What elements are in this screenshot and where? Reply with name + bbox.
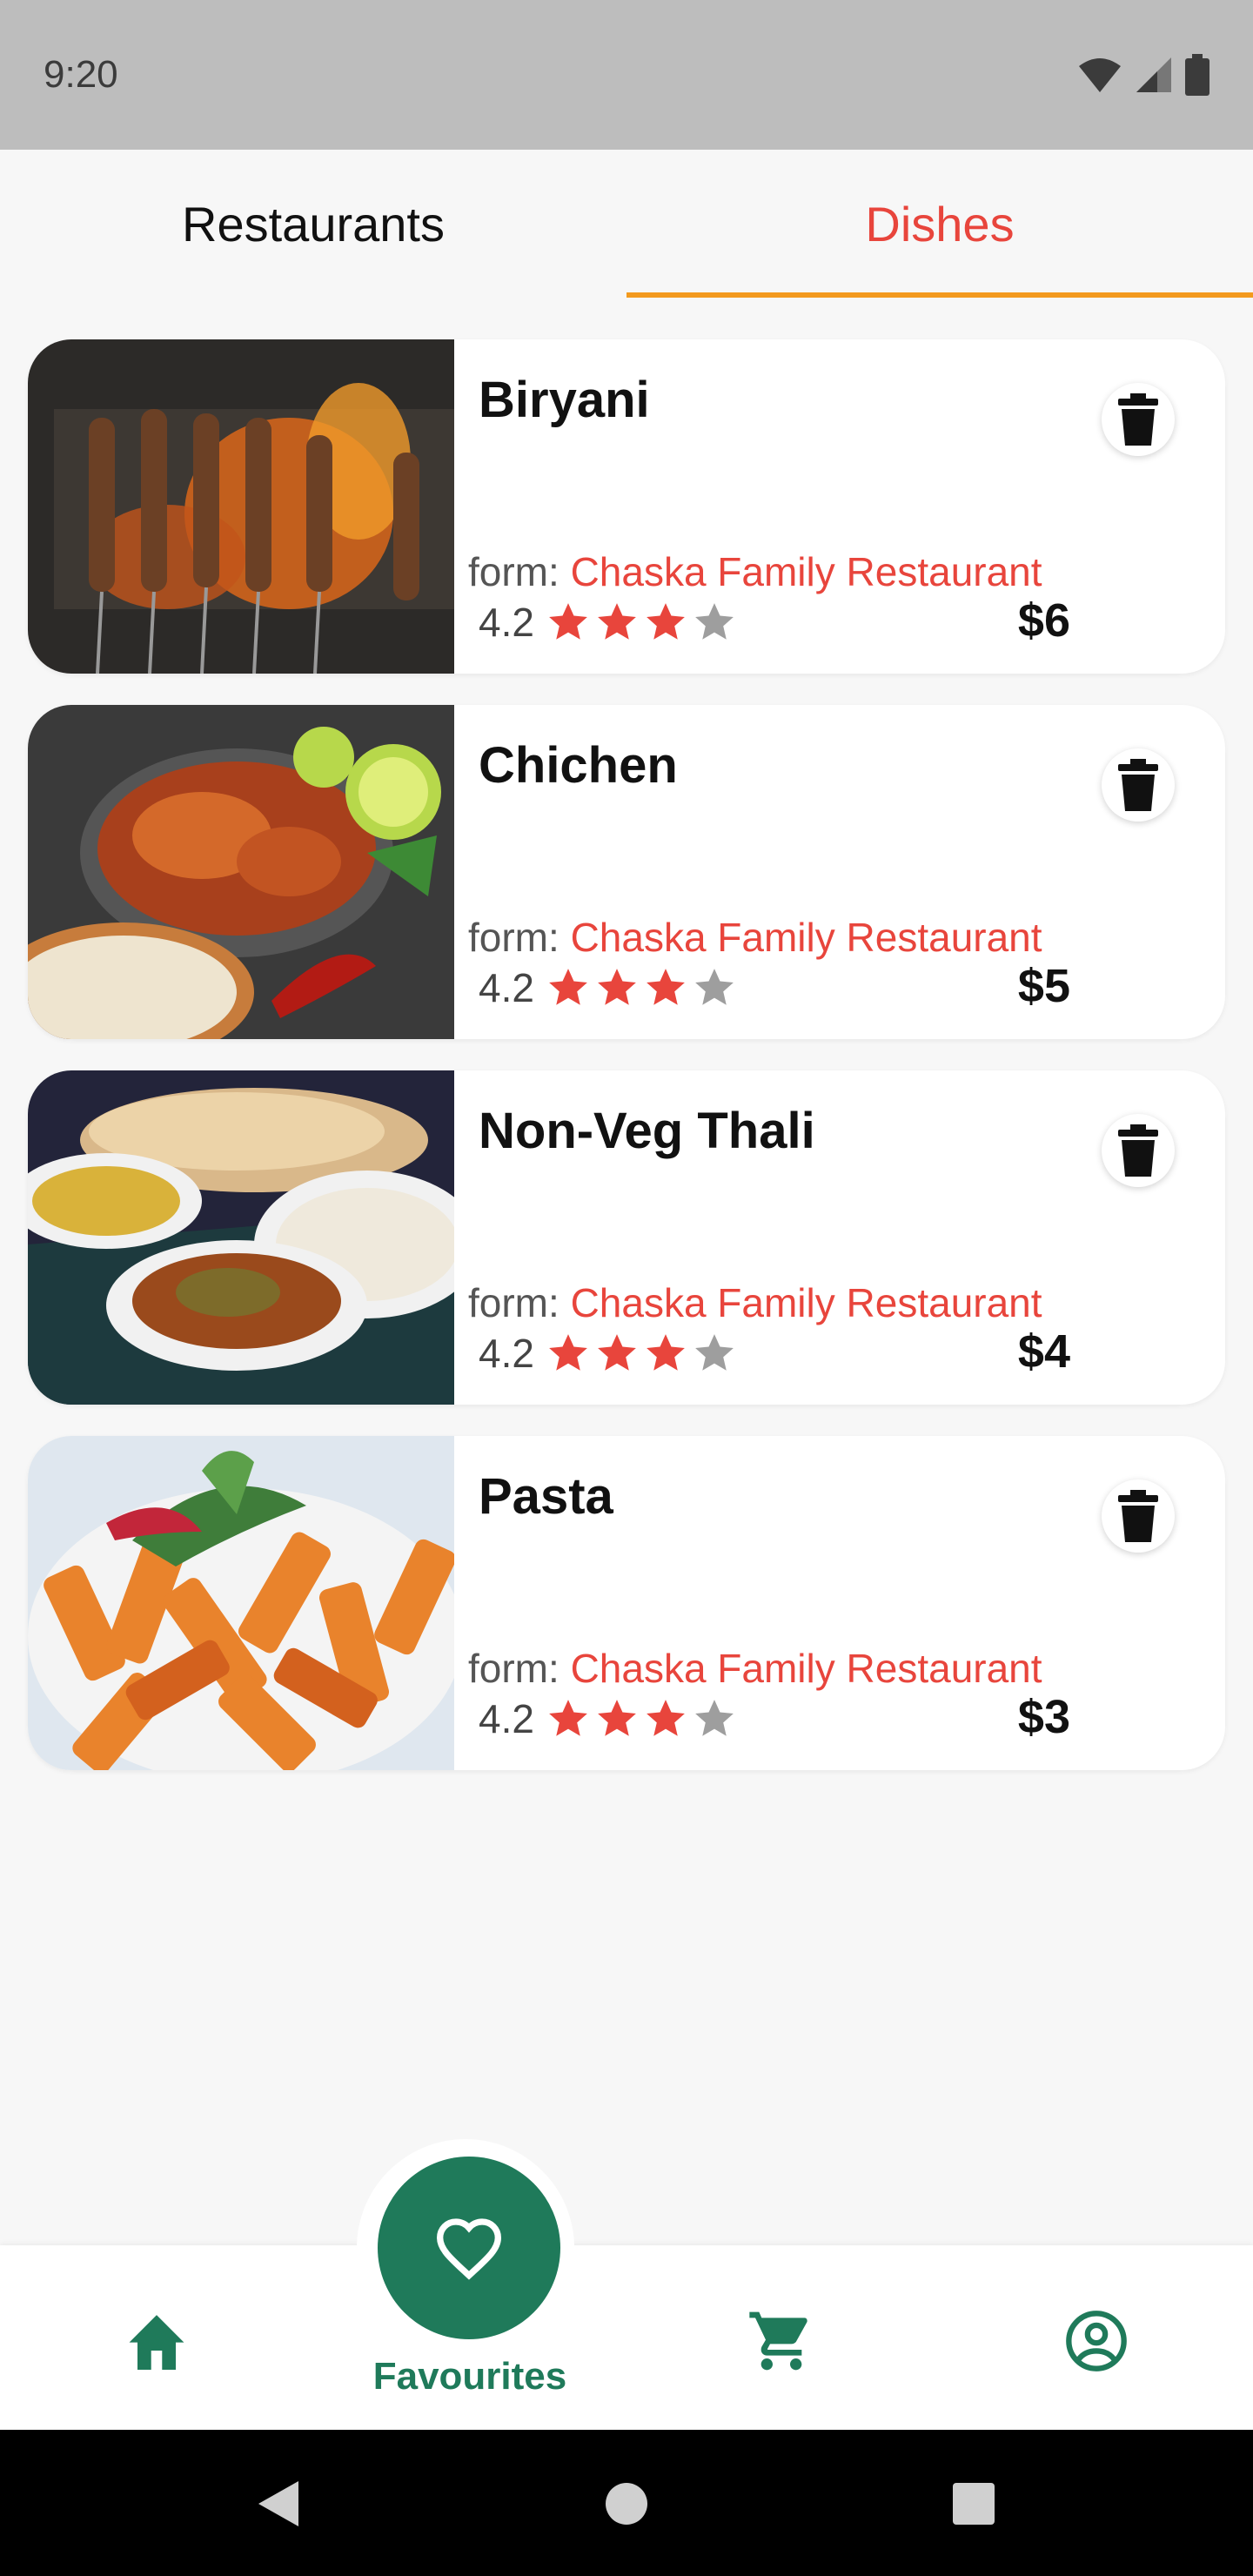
dish-name: Non-Veg Thali [479, 1103, 815, 1159]
favourites-button[interactable] [378, 2157, 560, 2339]
restaurant-name[interactable]: Chaska Family Restaurant [571, 915, 1042, 960]
system-nav-bar [0, 2430, 1253, 2576]
rating: 4.2 [479, 599, 741, 646]
back-icon [258, 2481, 298, 2526]
star-filled-icon [549, 603, 587, 640]
rating: 4.2 [479, 1330, 741, 1377]
profile-icon [1066, 2311, 1127, 2371]
star-empty-icon [695, 969, 734, 1005]
restaurant-line: form: Chaska Family Restaurant [468, 1645, 1042, 1692]
dish-card[interactable]: Chichen form: Chaska Family Restaurant 4… [28, 705, 1225, 1039]
star-filled-icon [549, 1700, 587, 1736]
delete-button[interactable] [1102, 1479, 1175, 1553]
status-icons [1077, 54, 1209, 96]
dish-image [28, 339, 454, 674]
rating-value: 4.2 [479, 965, 534, 1010]
star-filled-icon [598, 1700, 636, 1736]
dish-price: $5 [1017, 960, 1070, 1012]
delete-button[interactable] [1102, 383, 1175, 456]
rating: 4.2 [479, 1695, 741, 1742]
dish-name: Biryani [479, 372, 650, 428]
from-label: form: [468, 1646, 559, 1691]
star-filled-icon [647, 603, 685, 640]
rating-value: 4.2 [479, 600, 534, 645]
status-bar: 9:20 [0, 0, 1253, 150]
star-empty-icon [695, 1700, 734, 1736]
restaurant-name[interactable]: Chaska Family Restaurant [571, 1646, 1042, 1691]
restaurant-line: form: Chaska Family Restaurant [468, 548, 1042, 595]
rating: 4.2 [479, 964, 741, 1011]
rating-value: 4.2 [479, 1331, 534, 1376]
star-filled-icon [598, 1334, 636, 1371]
from-label: form: [468, 915, 559, 960]
dish-price: $3 [1017, 1691, 1070, 1743]
dish-info: Biryani form: Chaska Family Restaurant 4… [454, 339, 1225, 674]
delete-button[interactable] [1102, 748, 1175, 822]
home-system-button[interactable] [587, 2465, 666, 2543]
star-filled-icon [647, 969, 685, 1005]
dish-info: Non-Veg Thali form: Chaska Family Restau… [454, 1070, 1225, 1405]
delete-button[interactable] [1102, 1114, 1175, 1187]
favourites-label: Favourites [372, 2355, 567, 2398]
dish-image [28, 705, 454, 1039]
screen: 9:20 Restaurants Dishes Biryani form: Ch… [0, 0, 1253, 2576]
dish-card[interactable]: Pasta form: Chaska Family Restaurant 4.2… [28, 1436, 1225, 1770]
nav-home[interactable] [113, 2298, 200, 2385]
bottom-nav [0, 2245, 1253, 2430]
dish-card[interactable]: Non-Veg Thali form: Chaska Family Restau… [28, 1070, 1225, 1405]
from-label: form: [468, 549, 559, 594]
star-filled-icon [598, 603, 636, 640]
back-button[interactable] [239, 2465, 318, 2543]
nav-profile[interactable] [1053, 2298, 1140, 2385]
trash-icon [1118, 759, 1158, 811]
star-empty-icon [695, 1334, 734, 1371]
dish-info: Chichen form: Chaska Family Restaurant 4… [454, 705, 1225, 1039]
trash-icon [1118, 393, 1158, 446]
trash-icon [1118, 1124, 1158, 1177]
dish-card[interactable]: Biryani form: Chaska Family Restaurant 4… [28, 339, 1225, 674]
dish-image [28, 1436, 454, 1770]
from-label: form: [468, 1280, 559, 1325]
recents-button[interactable] [935, 2465, 1013, 2543]
battery-icon [1185, 54, 1209, 96]
signal-icon [1136, 57, 1171, 92]
star-empty-icon [695, 603, 734, 640]
dish-image [28, 1070, 454, 1405]
restaurant-line: form: Chaska Family Restaurant [468, 914, 1042, 961]
heart-icon [436, 2218, 502, 2280]
restaurant-line: form: Chaska Family Restaurant [468, 1279, 1042, 1326]
home-icon [129, 2315, 184, 2370]
dish-list: Biryani form: Chaska Family Restaurant 4… [28, 339, 1225, 1801]
rating-value: 4.2 [479, 1696, 534, 1741]
restaurant-name[interactable]: Chaska Family Restaurant [571, 1280, 1042, 1325]
circle-home-icon [606, 2483, 647, 2525]
square-recents-icon [953, 2483, 995, 2525]
dish-price: $6 [1017, 594, 1070, 647]
star-filled-icon [598, 969, 636, 1005]
trash-icon [1118, 1490, 1158, 1542]
tab-dishes[interactable]: Dishes [626, 150, 1253, 298]
star-filled-icon [549, 1334, 587, 1371]
dish-name: Pasta [479, 1468, 613, 1525]
restaurant-name[interactable]: Chaska Family Restaurant [571, 549, 1042, 594]
dish-price: $4 [1017, 1325, 1070, 1378]
nav-cart[interactable] [738, 2298, 825, 2385]
wifi-icon [1079, 58, 1121, 92]
dish-name: Chichen [479, 737, 678, 794]
tab-restaurants[interactable]: Restaurants [0, 150, 626, 298]
tab-bar: Restaurants Dishes [0, 150, 1253, 298]
cart-icon [749, 2311, 807, 2371]
dish-info: Pasta form: Chaska Family Restaurant 4.2… [454, 1436, 1225, 1770]
status-time: 9:20 [44, 53, 118, 96]
star-filled-icon [549, 969, 587, 1005]
star-filled-icon [647, 1334, 685, 1371]
star-filled-icon [647, 1700, 685, 1736]
